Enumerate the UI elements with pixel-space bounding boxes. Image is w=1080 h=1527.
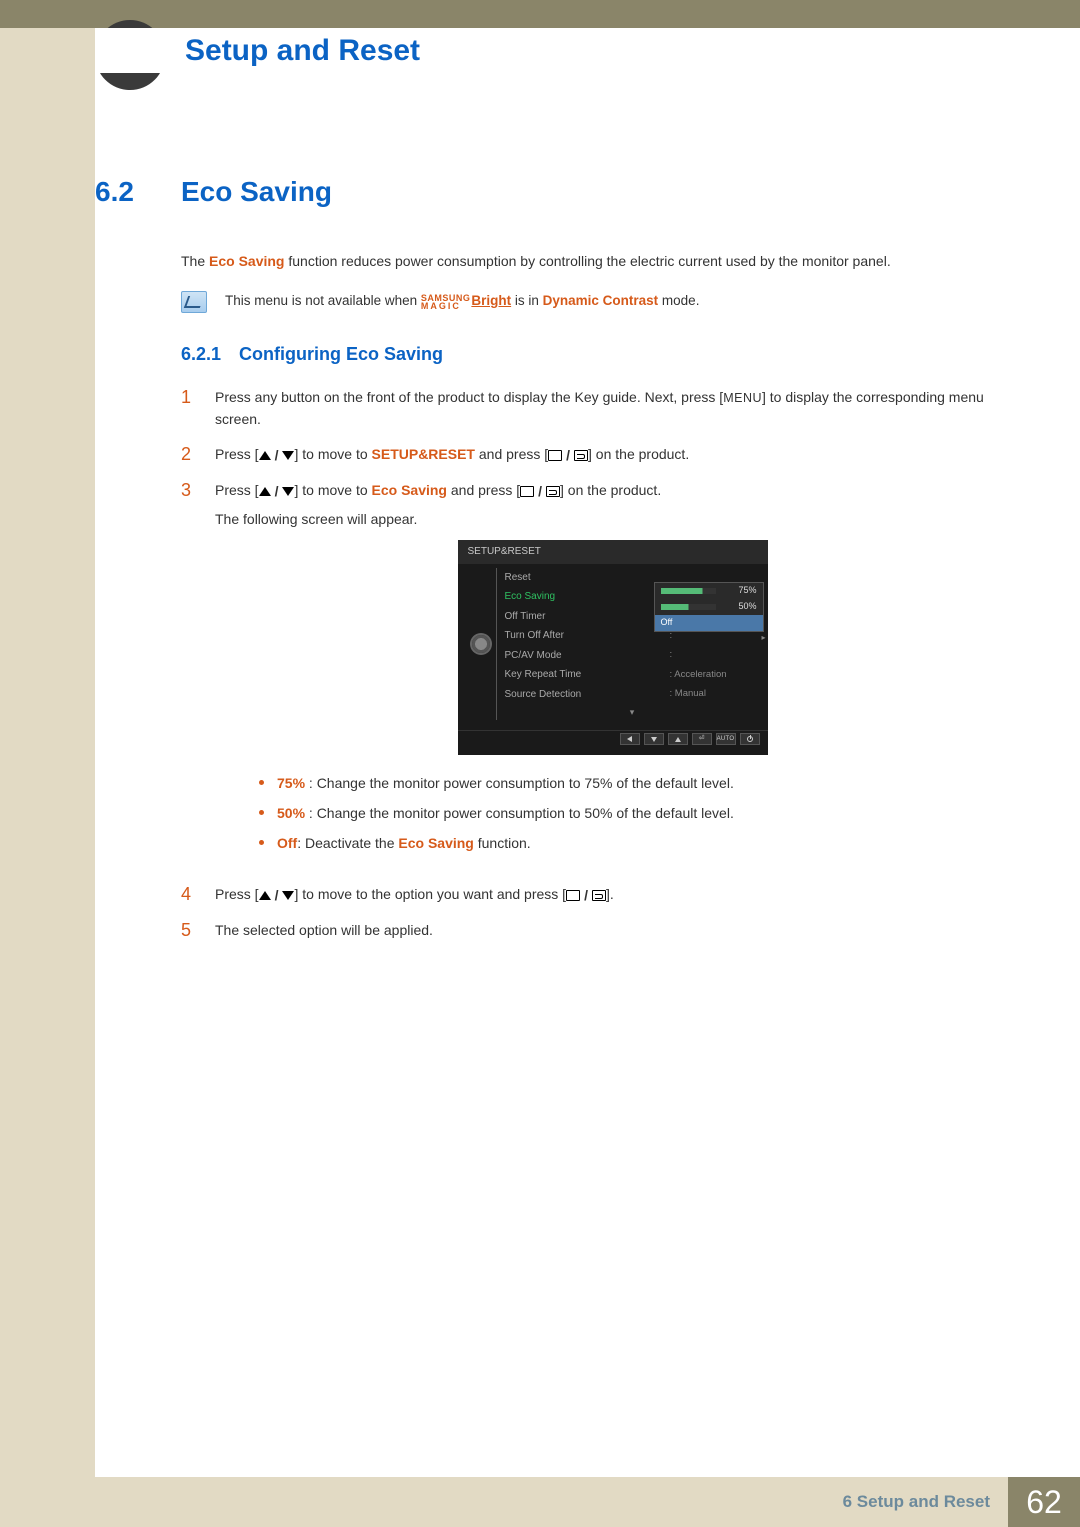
top-banner	[0, 0, 1080, 28]
note-block: This menu is not available when SAMSUNGM…	[181, 291, 1010, 313]
page-content: 6.2 Eco Saving The Eco Saving function r…	[95, 170, 1010, 956]
intro-post: function reduces power consumption by co…	[284, 253, 890, 269]
osd-nav-row: ⏎ AUTO	[458, 730, 768, 747]
bullet-50: 50% : Change the monitor power consumpti…	[255, 803, 1010, 825]
osd-auto-button: AUTO	[716, 733, 736, 745]
step-4: 4 Press [/] to move to the option you wa…	[181, 884, 1010, 906]
eco-saving-label: Eco Saving	[372, 482, 447, 498]
footer-page-number: 62	[1008, 1477, 1080, 1527]
samsung-magic-icon: SAMSUNGMAGIC	[421, 294, 471, 310]
intro-paragraph: The Eco Saving function reduces power co…	[181, 251, 1010, 273]
osd-panel: SETUP&RESET Reset Eco Saving: Off Timer:…	[458, 540, 768, 755]
footer-spacer	[0, 1477, 835, 1527]
step-3-followup: The following screen will appear.	[215, 509, 1010, 531]
subsection-title: Configuring Eco Saving	[239, 341, 443, 369]
setup-reset-label: SETUP&RESET	[372, 446, 475, 462]
step-2: 2 Press [/] to move to SETUP&RESET and p…	[181, 444, 1010, 466]
note-dynamic-contrast: Dynamic Contrast	[543, 293, 659, 308]
osd-item-off-timer: Off Timer	[505, 609, 605, 625]
section-body: The Eco Saving function reduces power co…	[181, 251, 1010, 942]
step-text: The selected option will be applied.	[215, 920, 1010, 942]
enter-source-icon: /	[520, 481, 560, 503]
step-number: 1	[181, 387, 197, 409]
osd-item-turn-off-after: Turn Off After	[505, 628, 605, 644]
osd-back-icon	[620, 733, 640, 745]
osd-item-key-repeat: Key Repeat Time	[505, 667, 605, 683]
intro-highlight: Eco Saving	[209, 253, 284, 269]
up-down-arrow-icon: /	[259, 885, 295, 907]
enter-source-icon: /	[548, 445, 588, 467]
step-3: 3 Press [/] to move to Eco Saving and pr…	[181, 480, 1010, 870]
bullet-off: Off: Deactivate the Eco Saving function.	[255, 833, 1010, 855]
step-text: Press [/] to move to SETUP&RESET and pre…	[215, 444, 1010, 466]
section-title: Eco Saving	[181, 170, 332, 213]
eco-dropdown: 75% 50% Off	[654, 582, 764, 632]
up-down-arrow-icon: /	[259, 445, 295, 467]
note-pre: This menu is not available when	[225, 293, 421, 308]
page-header: Setup and Reset	[95, 28, 1080, 73]
step-1: 1 Press any button on the front of the p…	[181, 387, 1010, 430]
note-text: This menu is not available when SAMSUNGM…	[225, 291, 699, 312]
note-bright: Bright	[471, 293, 511, 308]
step-number: 3	[181, 480, 197, 502]
osd-screenshot: SETUP&RESET Reset Eco Saving: Off Timer:…	[215, 540, 1010, 755]
step-list: 1 Press any button on the front of the p…	[181, 387, 1010, 942]
page-footer: 6 Setup and Reset 62	[0, 1477, 1080, 1527]
step-5: 5 The selected option will be applied.	[181, 920, 1010, 942]
osd-item-pcav-mode: PC/AV Mode	[505, 648, 605, 664]
step-text: Press [/] to move to the option you want…	[215, 884, 1010, 906]
bullet-75: 75% : Change the monitor power consumpti…	[255, 773, 1010, 795]
osd-more-indicator-icon: ▾	[505, 706, 760, 720]
section-heading: 6.2 Eco Saving	[95, 170, 1010, 213]
intro-pre: The	[181, 253, 209, 269]
osd-item-reset: Reset	[505, 570, 605, 586]
note-post: mode.	[658, 293, 699, 308]
left-side-tab	[0, 28, 95, 1477]
page-title: Setup and Reset	[185, 34, 420, 68]
step-number: 5	[181, 920, 197, 942]
step-number: 4	[181, 884, 197, 906]
osd-title: SETUP&RESET	[458, 540, 768, 564]
section-number: 6.2	[95, 170, 153, 213]
note-mid: is in	[511, 293, 543, 308]
up-down-arrow-icon: /	[259, 481, 295, 503]
options-bullets: 75% : Change the monitor power consumpti…	[255, 773, 1010, 854]
footer-chapter: 6 Setup and Reset	[835, 1477, 1008, 1527]
osd-enter-icon: ⏎	[692, 733, 712, 745]
gear-icon	[472, 635, 490, 653]
osd-menu: Reset Eco Saving: Off Timer: Turn Off Af…	[496, 568, 760, 720]
step-number: 2	[181, 444, 197, 466]
step-text: Press any button on the front of the pro…	[215, 387, 1010, 430]
menu-key: MENU	[723, 391, 762, 405]
osd-down-icon	[644, 733, 664, 745]
subsection-number: 6.2.1	[181, 341, 221, 369]
osd-power-icon	[740, 733, 760, 745]
subsection-heading: 6.2.1 Configuring Eco Saving	[181, 341, 1010, 369]
step-text: Press [/] to move to Eco Saving and pres…	[215, 480, 1010, 870]
osd-up-icon	[668, 733, 688, 745]
enter-source-icon: /	[566, 885, 606, 907]
osd-item-source-detect: Source Detection	[505, 687, 605, 703]
osd-right-arrow-icon: ▸	[761, 632, 765, 644]
osd-item-eco-saving: Eco Saving	[505, 589, 605, 605]
note-icon	[181, 291, 207, 313]
